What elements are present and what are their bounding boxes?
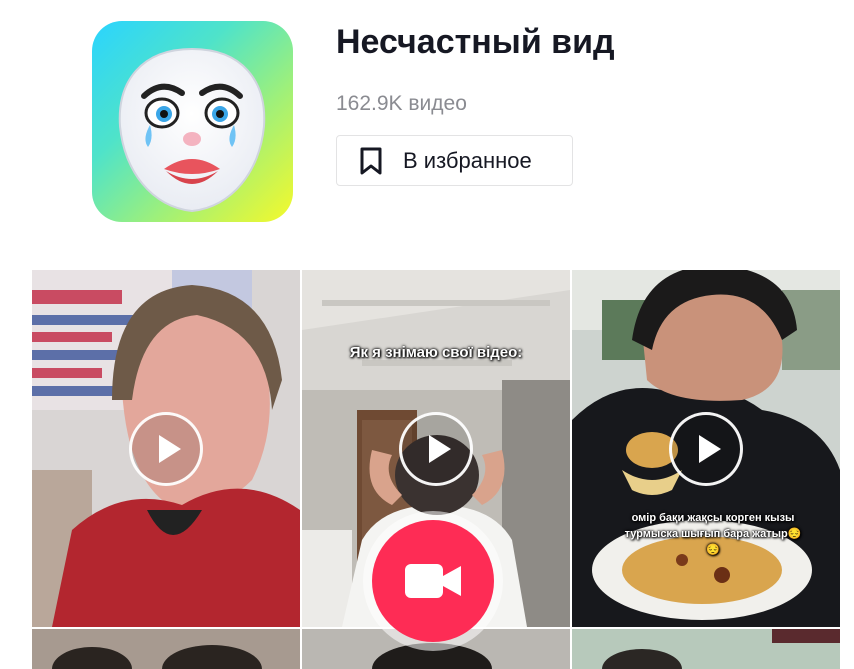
video-count: 162.9K видео — [336, 92, 467, 115]
video-camera-icon — [405, 564, 461, 598]
effect-title: Несчастный вид — [336, 23, 615, 61]
record-video-button[interactable] — [363, 511, 503, 651]
video-thumbnail — [572, 629, 840, 669]
bookmark-icon — [360, 147, 382, 174]
video-tile[interactable] — [32, 270, 300, 627]
video-thumbnail — [32, 629, 300, 669]
video-tile[interactable] — [572, 629, 840, 669]
video-tile[interactable] — [32, 629, 300, 669]
play-icon — [669, 412, 743, 486]
effect-icon — [92, 21, 293, 222]
play-icon — [129, 412, 203, 486]
sad-face-mask-icon — [118, 47, 266, 213]
favorite-label: В избранное — [403, 147, 532, 173]
video-caption: омір бақи жақсы корген кызы турмыска шығ… — [624, 512, 802, 556]
add-to-favorites-button[interactable]: В избранное — [336, 135, 573, 186]
video-tile[interactable]: омір бақи жақсы корген кызы турмыска шығ… — [572, 270, 840, 627]
video-caption: Як я знімаю свої відео: — [349, 344, 523, 361]
play-icon — [399, 412, 473, 486]
